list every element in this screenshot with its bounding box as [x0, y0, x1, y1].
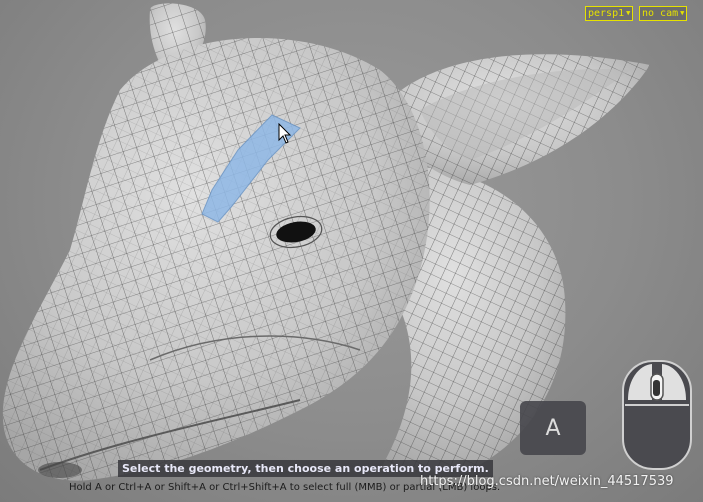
chevron-down-icon: ▼ [680, 9, 685, 17]
view-dropdown-label: no cam [642, 8, 679, 19]
watermark: https://blog.csdn.net/weixin_44517539 [420, 474, 674, 489]
horse-head-mesh[interactable] [0, 0, 703, 502]
pointer-cursor-icon [278, 123, 292, 144]
key-label: A [545, 415, 561, 441]
key-indicator: A [520, 401, 586, 455]
chevron-down-icon: ▼ [626, 9, 631, 17]
camera-dropdown-label: persp1 [588, 8, 625, 19]
3d-viewport[interactable] [0, 0, 703, 502]
view-dropdown[interactable]: no cam ▼ [639, 6, 688, 21]
camera-dropdown[interactable]: persp1 ▼ [585, 6, 634, 21]
mouse-icon [622, 360, 692, 470]
